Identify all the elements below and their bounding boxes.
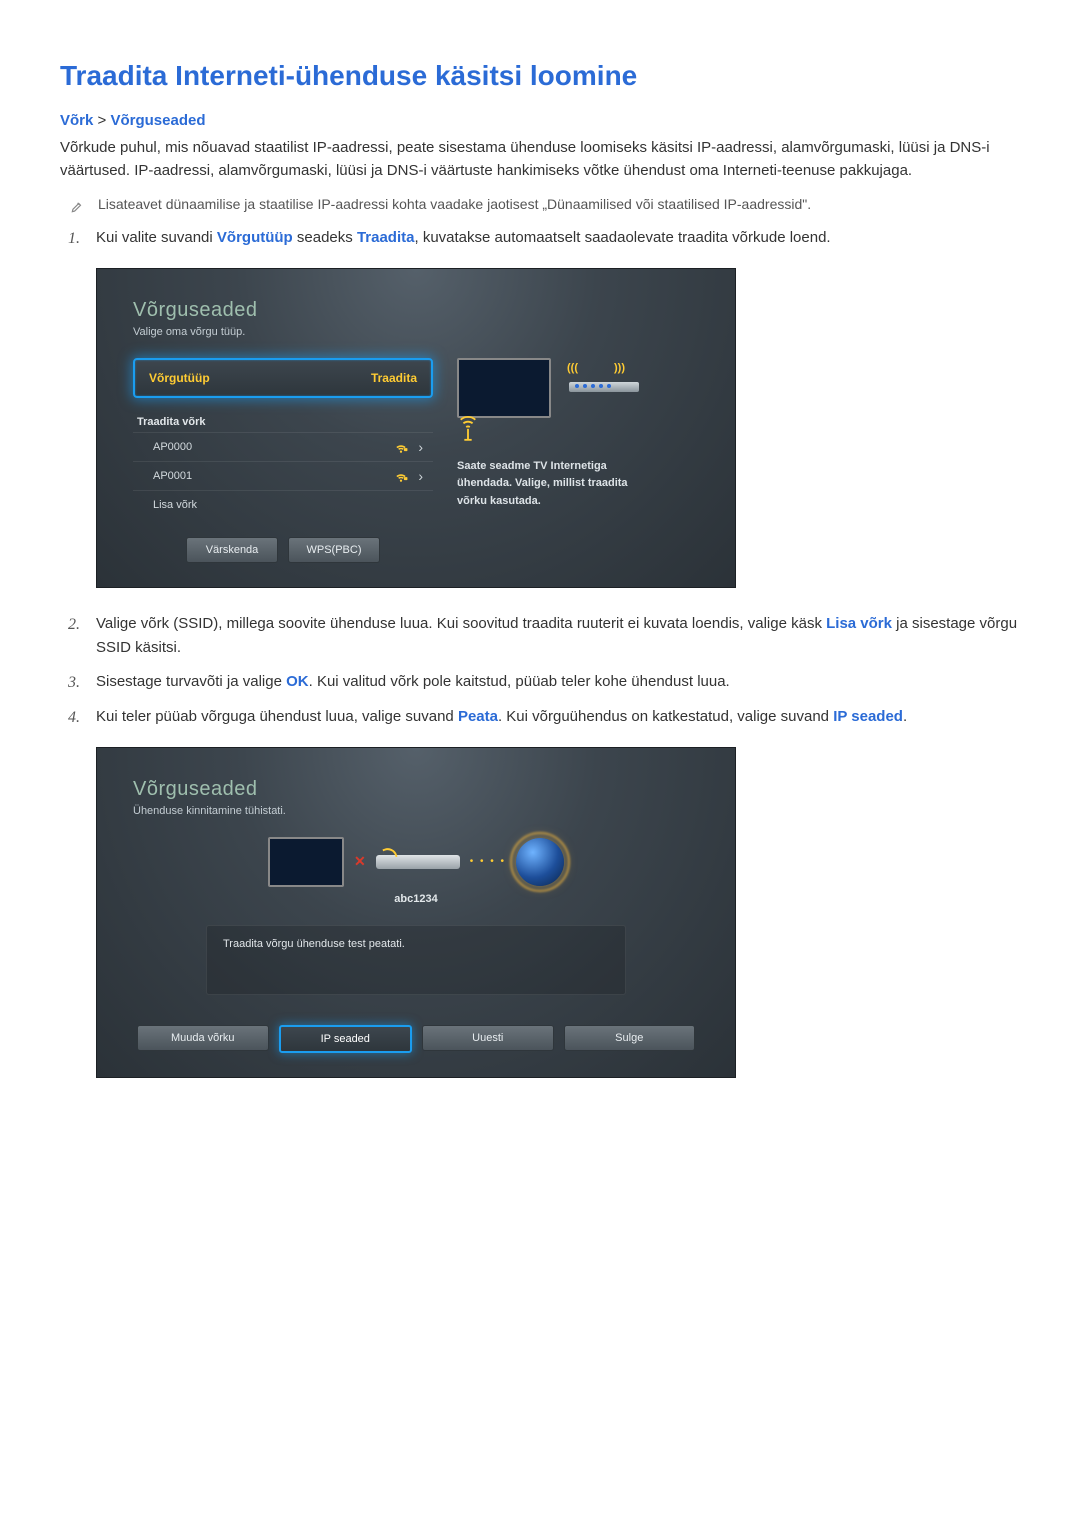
kw-network-type: Võrgutüüp: [217, 229, 293, 246]
router-leds: [575, 384, 611, 388]
breadcrumb-a: Võrk: [60, 112, 93, 129]
retry-button[interactable]: Uuesti: [422, 1025, 554, 1051]
connection-diagram: ✕ • • • •: [133, 837, 699, 887]
help-text: Saate seadme TV Internetiga ühendada. Va…: [457, 458, 647, 511]
breadcrumb-b: Võrguseaded: [110, 112, 205, 129]
wave: ))): [614, 362, 625, 374]
kw-add-network: Lisa võrk: [826, 615, 892, 632]
wps-button[interactable]: WPS(PBC): [288, 537, 380, 563]
step-number: 1.: [60, 226, 80, 252]
change-network-button[interactable]: Muuda võrku: [137, 1025, 269, 1051]
tv-icon: [268, 837, 344, 887]
section-wireless: Traadita võrk: [133, 408, 433, 432]
note-text: Lisateavet dünaamilise ja staatilise IP-…: [98, 196, 811, 212]
kw-ok: OK: [286, 673, 309, 690]
left-column: Võrgutüüp Traadita Traadita võrk AP0000 …: [133, 358, 433, 563]
globe-icon: [516, 838, 564, 886]
step-number: 3.: [60, 670, 80, 696]
intro-text: Võrkude puhul, mis nõuavad staatilist IP…: [60, 137, 1020, 182]
t: .: [903, 708, 907, 725]
chevron-right-icon: ›: [418, 468, 423, 484]
ap-name: AP0000: [153, 441, 192, 453]
step-3: 3. Sisestage turvavõti ja valige OK. Kui…: [60, 670, 1020, 696]
wave: (((: [567, 362, 578, 374]
step-text: Kui valite suvandi Võrgutüüp seadeks Tra…: [96, 226, 831, 252]
steps-list: 1. Kui valite suvandi Võrgutüüp seadeks …: [60, 226, 1020, 252]
close-button[interactable]: Sulge: [564, 1025, 696, 1051]
t: seadeks: [293, 229, 357, 246]
ap-row[interactable]: AP0001 ›: [133, 461, 433, 490]
kw-ip-settings: IP seaded: [833, 708, 903, 725]
ap-row[interactable]: AP0000 ›: [133, 432, 433, 461]
breadcrumb-sep: >: [98, 112, 107, 129]
router-icon: [376, 855, 460, 869]
tv-panel-network-list: Võrguseaded Valige oma võrgu tüüp. Võrgu…: [96, 268, 736, 588]
right-illustration: ((( ))) Saate seadme TV Internetiga ühen…: [457, 358, 699, 563]
kw-wireless: Traadita: [357, 229, 415, 246]
step-text: Kui teler püüab võrguga ühendust luua, v…: [96, 705, 907, 731]
chevron-right-icon: ›: [418, 439, 423, 455]
tv-title: Võrguseaded: [133, 778, 699, 801]
tv-panel-connection-cancelled: Võrguseaded Ühenduse kinnitamine tühista…: [96, 747, 736, 1078]
ap-name: AP0001: [153, 470, 192, 482]
t: , kuvatakse automaatselt saadaolevate tr…: [414, 229, 830, 246]
step-4: 4. Kui teler püüab võrguga ühendust luua…: [60, 705, 1020, 731]
status-message: Traadita võrgu ühenduse test peatati.: [206, 925, 626, 995]
kw-stop: Peata: [458, 708, 498, 725]
ssid-label: abc1234: [133, 893, 699, 905]
t: Valige võrk (SSID), millega soovite ühen…: [96, 615, 826, 632]
wifi-lock-icon: [394, 469, 408, 483]
step-1: 1. Kui valite suvandi Võrgutüüp seadeks …: [60, 226, 1020, 252]
tv-subtitle: Ühenduse kinnitamine tühistati.: [133, 805, 699, 817]
fail-x-icon: ✕: [354, 853, 366, 870]
tv-title: Võrguseaded: [133, 299, 699, 322]
step-number: 2.: [60, 612, 80, 660]
step-2: 2. Valige võrk (SSID), millega soovite ü…: [60, 612, 1020, 660]
steps-list-cont: 2. Valige võrk (SSID), millega soovite ü…: [60, 612, 1020, 731]
network-type-row[interactable]: Võrgutüüp Traadita: [133, 358, 433, 398]
page-title: Traadita Interneti-ühenduse käsitsi loom…: [60, 60, 1020, 92]
dots-icon: • • • •: [470, 856, 506, 867]
t: . Kui valitud võrk pole kaitstud, püüab …: [309, 673, 730, 690]
wifi-tower-icon: [457, 412, 479, 442]
step-text: Sisestage turvavõti ja valige OK. Kui va…: [96, 670, 730, 696]
step-text: Valige võrk (SSID), millega soovite ühen…: [96, 612, 1020, 660]
breadcrumb: Võrk > Võrguseaded: [60, 112, 1020, 129]
ip-settings-button[interactable]: IP seaded: [279, 1025, 413, 1053]
step-number: 4.: [60, 705, 80, 731]
signal-waves-icon: ((( ))): [567, 362, 625, 374]
add-network-label: Lisa võrk: [153, 499, 197, 511]
t: Kui teler püüab võrguga ühendust luua, v…: [96, 708, 458, 725]
pencil-icon: [70, 198, 84, 216]
t: Kui valite suvandi: [96, 229, 217, 246]
row-label: Võrgutüüp: [149, 371, 210, 385]
t: . Kui võrguühendus on katkestatud, valig…: [498, 708, 833, 725]
row-value: Traadita: [371, 371, 417, 385]
refresh-button[interactable]: Värskenda: [186, 537, 278, 563]
note: Lisateavet dünaamilise ja staatilise IP-…: [70, 196, 1020, 216]
t: Sisestage turvavõti ja valige: [96, 673, 286, 690]
tv-icon: [457, 358, 551, 418]
wifi-lock-icon: [394, 440, 408, 454]
tv-subtitle: Valige oma võrgu tüüp.: [133, 326, 699, 338]
add-network-row[interactable]: Lisa võrk: [133, 490, 433, 519]
